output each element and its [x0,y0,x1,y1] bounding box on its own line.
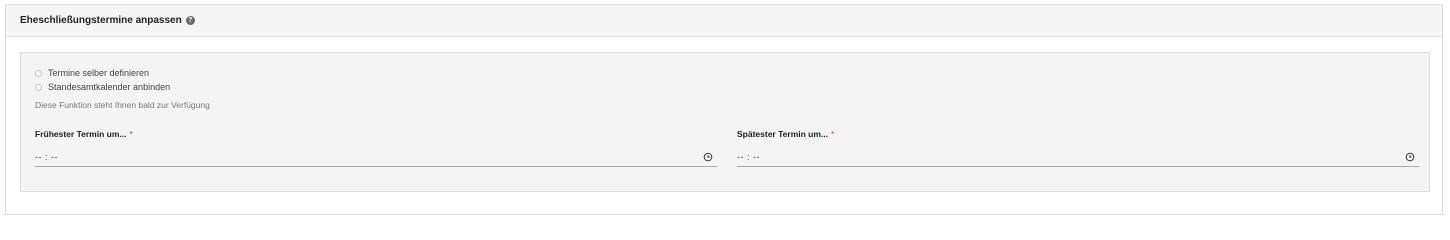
latest-label-text: Spätester Termin um... [737,129,829,139]
earliest-label-text: Frühester Termin um... [35,129,127,139]
settings-card: Eheschließungstermine anpassen ? Termine… [5,4,1443,215]
earliest-time-value: -- : -- [35,151,58,162]
earliest-label: Frühester Termin um... * [35,129,133,139]
card-title: Eheschließungstermine anpassen [20,15,182,26]
radio-button[interactable] [35,83,42,91]
radio-option-custom[interactable]: Termine selber definieren [35,68,149,78]
radio-label: Termine selber definieren [48,68,150,78]
earliest-time-input[interactable]: -- : -- [35,147,717,167]
latest-time-input[interactable]: -- : -- [737,147,1419,167]
clock-icon[interactable] [1405,152,1415,162]
required-mark: * [129,129,133,139]
options-panel: Termine selber definieren Standesamtkale… [20,52,1430,192]
clock-icon[interactable] [703,152,713,162]
radio-button[interactable] [35,69,42,77]
required-mark: * [831,129,835,139]
radio-option-calendar[interactable]: Standesamtkalender anbinden [35,82,170,92]
card-header: Eheschließungstermine anpassen ? [6,5,1442,37]
latest-time-value: -- : -- [737,151,760,162]
availability-note: Diese Funktion steht Ihnen bald zur Verf… [35,100,210,110]
radio-label: Standesamtkalender anbinden [48,82,171,92]
help-icon[interactable]: ? [185,16,195,25]
latest-label: Spätester Termin um... * [737,129,834,139]
